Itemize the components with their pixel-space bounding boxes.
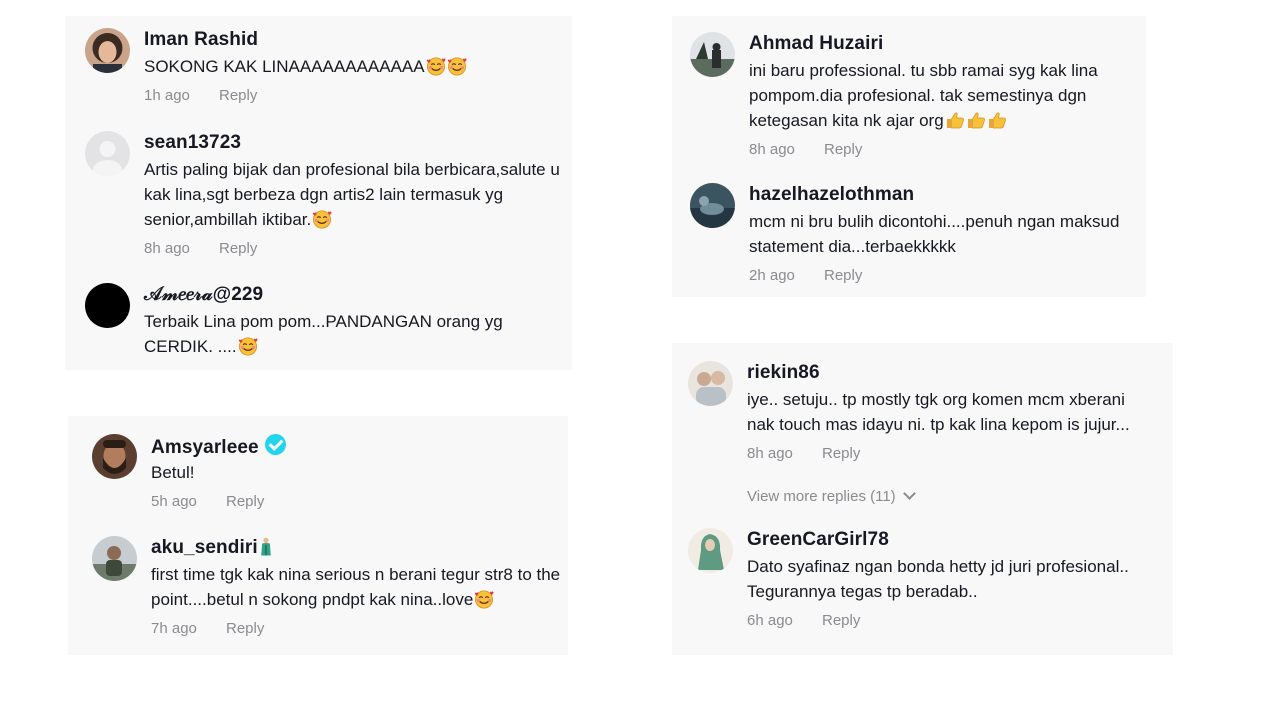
avatar[interactable]	[688, 528, 733, 573]
comment-text: Betul!	[151, 463, 195, 482]
username[interactable]: GreenCarGirl78	[747, 528, 1157, 552]
reply-button[interactable]: Reply	[226, 493, 264, 510]
timestamp: 6h ago	[747, 612, 793, 629]
thumbs-up-icon	[987, 110, 1007, 130]
avatar[interactable]	[690, 183, 735, 228]
username[interactable]: sean13723	[144, 131, 569, 155]
timestamp: 8h ago	[144, 240, 190, 257]
username[interactable]: riekin86	[747, 361, 1157, 385]
reply-button[interactable]: Reply	[219, 240, 257, 257]
comment-text: ini baru professional. tu sbb ramai syg …	[749, 61, 1098, 130]
comment-panel: riekin86 iye.. setuju.. tp mostly tgk or…	[672, 343, 1173, 655]
username[interactable]: aku_sendiri	[151, 536, 571, 560]
username[interactable]: 𝒜𝓂𝑒𝑒𝓇𝒶@229	[144, 283, 534, 307]
avatar[interactable]	[85, 28, 130, 73]
timestamp: 5h ago	[151, 493, 197, 510]
reply-button[interactable]: Reply	[824, 267, 862, 284]
username[interactable]: Iman Rashid	[144, 28, 574, 52]
reply-button[interactable]: Reply	[226, 620, 264, 637]
avatar[interactable]	[85, 283, 130, 328]
timestamp: 8h ago	[749, 141, 795, 158]
username[interactable]: Amsyarleee	[151, 434, 581, 458]
view-more-replies-button[interactable]: View more replies (11)	[747, 487, 916, 505]
person-in-green-robe-icon	[259, 537, 273, 557]
smiling-face-with-hearts-icon	[312, 209, 332, 229]
comment-text: Terbaik Lina pom pom...PANDANGAN orang y…	[144, 312, 503, 356]
thumbs-up-icon	[966, 110, 986, 130]
avatar[interactable]	[690, 32, 735, 77]
comment-text: SOKONG KAK LINAAAAAAAAAAAA	[144, 54, 574, 79]
avatar[interactable]	[85, 131, 130, 176]
timestamp: 1h ago	[144, 87, 190, 104]
reply-button[interactable]: Reply	[824, 141, 862, 158]
comment-panel: Ahmad Huzairi ini baru professional. tu …	[672, 16, 1146, 297]
thumbs-up-icon	[945, 110, 965, 130]
avatar[interactable]	[92, 434, 137, 479]
avatar[interactable]	[92, 536, 137, 581]
avatar[interactable]	[688, 361, 733, 406]
smiling-face-with-hearts-icon	[474, 589, 494, 609]
timestamp: 8h ago	[747, 445, 793, 462]
comment-text: mcm ni bru bulih dicontohi....penuh ngan…	[749, 212, 1120, 256]
timestamp: 2h ago	[749, 267, 795, 284]
chevron-down-icon	[902, 487, 916, 500]
verified-badge-icon	[264, 434, 286, 455]
comment-text: Artis paling bijak dan profesional bila …	[144, 160, 560, 229]
timestamp: 7h ago	[151, 620, 197, 637]
comment-panel: Iman Rashid SOKONG KAK LINAAAAAAAAAAAA 1…	[65, 16, 572, 370]
reply-button[interactable]: Reply	[822, 445, 860, 462]
smiling-face-with-hearts-icon	[447, 56, 467, 76]
comment-text: first time tgk kak nina serious n berani…	[151, 565, 561, 609]
comment-text: iye.. setuju.. tp mostly tgk org komen m…	[747, 390, 1130, 434]
comment-text: Dato syafinaz ngan bonda hetty jd juri p…	[747, 557, 1129, 601]
username[interactable]: hazelhazelothman	[749, 183, 1149, 207]
reply-button[interactable]: Reply	[219, 87, 257, 104]
smiling-face-with-hearts-icon	[238, 336, 258, 356]
reply-button[interactable]: Reply	[822, 612, 860, 629]
smiling-face-with-hearts-icon	[426, 56, 446, 76]
username[interactable]: Ahmad Huzairi	[749, 32, 1134, 56]
comment-panel: Amsyarleee Betul! 5h ago Reply aku_sendir…	[68, 416, 568, 655]
